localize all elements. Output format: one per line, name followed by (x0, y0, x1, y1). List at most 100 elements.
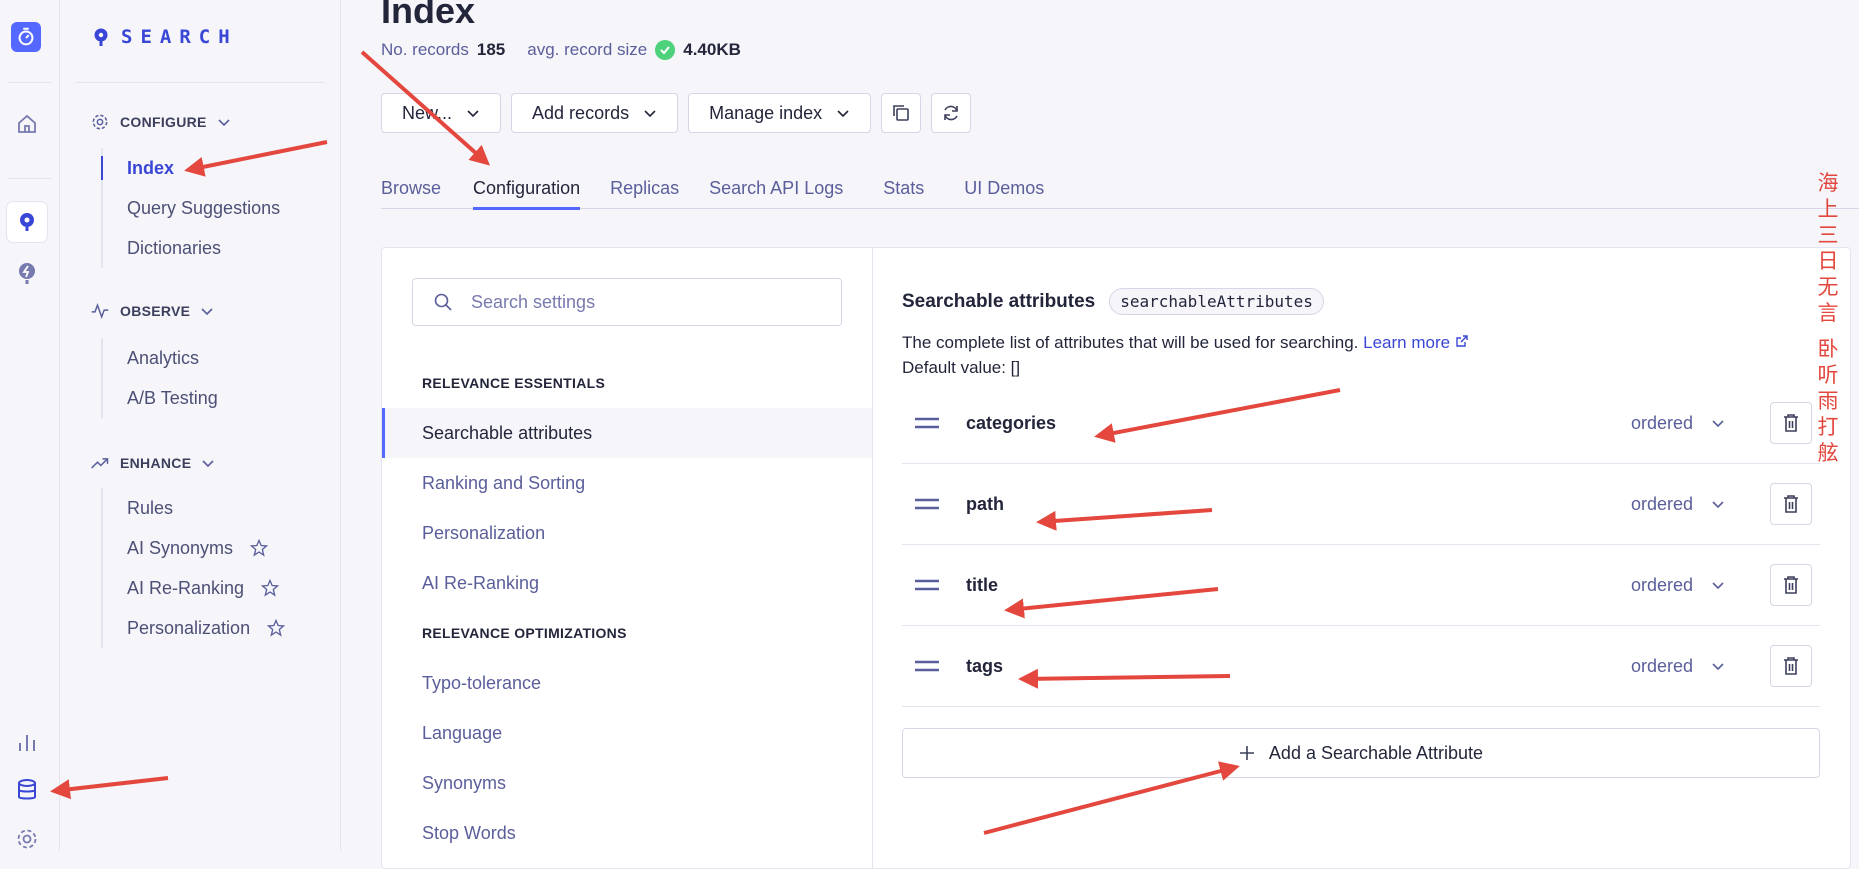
setting-ai-re-ranking[interactable]: AI Re-Ranking (382, 558, 872, 608)
chevron-down-icon (1712, 420, 1724, 428)
index-tabs: Browse Configuration Replicas Search API… (381, 168, 1859, 210)
brand-name: SEARCH (121, 26, 238, 48)
drag-handle-icon[interactable] (914, 577, 940, 593)
description-text: The complete list of attributes that wil… (902, 333, 1359, 352)
plus-icon (1239, 746, 1254, 760)
sidebar-item-rules[interactable]: Rules (103, 488, 286, 528)
star-icon[interactable] (260, 578, 280, 598)
delete-attribute-button[interactable] (1770, 483, 1812, 525)
watermark: 海上三日无言 卧听雨打舷 (1815, 170, 1841, 466)
delete-attribute-button[interactable] (1770, 402, 1812, 444)
home-icon[interactable] (12, 109, 42, 139)
delete-attribute-button[interactable] (1770, 645, 1812, 687)
sidebar-item-query-suggestions[interactable]: Query Suggestions (103, 188, 280, 228)
database-icon[interactable] (12, 775, 42, 805)
setting-searchable-attributes[interactable]: Searchable attributes (382, 408, 872, 458)
delete-attribute-button[interactable] (1770, 564, 1812, 606)
attribute-list: categories ordered path ordered title or… (902, 383, 1820, 707)
drag-handle-icon[interactable] (914, 496, 940, 512)
refresh-button[interactable] (931, 93, 972, 133)
chevron-down-icon (201, 308, 213, 316)
manage-index-button[interactable]: Manage index (688, 93, 872, 133)
trending-up-icon (91, 458, 109, 469)
section-label: CONFIGURE (120, 114, 207, 130)
setting-typo-tolerance[interactable]: Typo-tolerance (382, 658, 872, 708)
observe-items: Analytics A/B Testing (101, 338, 218, 418)
drag-handle-icon[interactable] (914, 658, 940, 674)
ordering-select[interactable]: ordered (1631, 575, 1725, 596)
learn-more-link[interactable]: Learn more (1363, 333, 1469, 352)
check-icon (655, 40, 676, 60)
attribute-row: title ordered (902, 545, 1820, 626)
attribute-row: tags ordered (902, 626, 1820, 707)
group-relevance-essentials: RELEVANCE ESSENTIALS (422, 375, 606, 391)
main: Index No. records 185 avg. record size 4… (341, 0, 1859, 869)
app-logo-icon[interactable] (11, 22, 41, 52)
sidebar-item-ai-synonyms[interactable]: AI Synonyms (103, 528, 286, 568)
watermark-line-2: 卧听雨打舷 (1817, 337, 1839, 465)
chevron-down-icon (837, 110, 849, 118)
sidebar-item-ai-re-ranking[interactable]: AI Re-Ranking (103, 568, 286, 608)
settings-nav: Search settings RELEVANCE ESSENTIALS Sea… (382, 248, 873, 868)
chevron-down-icon (644, 110, 656, 118)
index-meta: No. records 185 avg. record size 4.40KB (381, 40, 755, 60)
pulse-icon (91, 302, 109, 320)
search-product-icon[interactable] (7, 202, 47, 242)
setting-synonyms[interactable]: Synonyms (382, 758, 872, 808)
trash-icon (1784, 495, 1798, 513)
search-settings-input[interactable]: Search settings (412, 278, 842, 326)
new-button[interactable]: New... (381, 93, 502, 133)
tab-ui-demos[interactable]: UI Demos (964, 168, 1044, 208)
sidebar-item-dictionaries[interactable]: Dictionaries (103, 228, 280, 268)
section-description: The complete list of attributes that wil… (902, 330, 1469, 380)
tab-stats[interactable]: Stats (883, 168, 924, 208)
watermark-line-1: 海上三日无言 (1817, 171, 1839, 325)
ordering-select[interactable]: ordered (1631, 656, 1725, 677)
ordering-select[interactable]: ordered (1631, 413, 1725, 434)
setting-key-badge: searchableAttributes (1109, 288, 1324, 315)
sidebar-item-ab-testing[interactable]: A/B Testing (103, 378, 218, 418)
setting-language[interactable]: Language (382, 708, 872, 758)
sidebar-item-personalization[interactable]: Personalization (103, 608, 286, 648)
chevron-down-icon (1712, 501, 1724, 509)
trash-icon (1784, 657, 1798, 675)
setting-ranking-and-sorting[interactable]: Ranking and Sorting (382, 458, 872, 508)
tab-configuration[interactable]: Configuration (473, 168, 581, 210)
records-label: No. records (381, 40, 469, 59)
add-records-button[interactable]: Add records (511, 93, 679, 133)
brand[interactable]: SEARCH (93, 26, 238, 48)
search-placeholder: Search settings (471, 291, 596, 312)
recommend-icon[interactable] (12, 259, 42, 289)
setting-personalization[interactable]: Personalization (382, 508, 872, 558)
ordering-select[interactable]: ordered (1631, 494, 1725, 515)
drag-handle-icon[interactable] (914, 415, 940, 431)
size-value: 4.40KB (683, 40, 741, 59)
attribute-name: tags (966, 655, 1004, 676)
external-link-icon (1456, 335, 1468, 347)
tab-browse[interactable]: Browse (381, 168, 441, 208)
section-title: Searchable attributes (902, 290, 1096, 312)
copy-button[interactable] (881, 93, 922, 133)
star-icon[interactable] (266, 618, 286, 638)
group-relevance-optimizations: RELEVANCE OPTIMIZATIONS (422, 625, 627, 641)
attribute-name: categories (966, 412, 1057, 433)
sidebar-item-analytics[interactable]: Analytics (103, 338, 218, 378)
chevron-down-icon (1712, 582, 1724, 590)
gear-icon (92, 114, 108, 130)
analytics-icon[interactable] (12, 727, 42, 757)
section-configure[interactable]: CONFIGURE (90, 112, 231, 132)
section-enhance[interactable]: ENHANCE (90, 453, 215, 473)
refresh-icon (944, 105, 958, 121)
sidebar-item-index[interactable]: Index (100, 148, 280, 188)
settings-gear-icon[interactable] (12, 824, 42, 854)
tab-search-api-logs[interactable]: Search API Logs (709, 168, 843, 208)
star-icon[interactable] (249, 538, 269, 558)
section-observe[interactable]: OBSERVE (90, 301, 214, 321)
records-value: 185 (476, 40, 506, 59)
tab-replicas[interactable]: Replicas (610, 168, 679, 208)
toolbar: New... Add records Manage index (381, 93, 972, 133)
chevron-down-icon (1712, 663, 1724, 671)
attribute-row: categories ordered (902, 383, 1820, 464)
configuration-panel: Search settings RELEVANCE ESSENTIALS Sea… (381, 247, 1851, 869)
add-searchable-attribute-button[interactable]: Add a Searchable Attribute (902, 728, 1820, 778)
